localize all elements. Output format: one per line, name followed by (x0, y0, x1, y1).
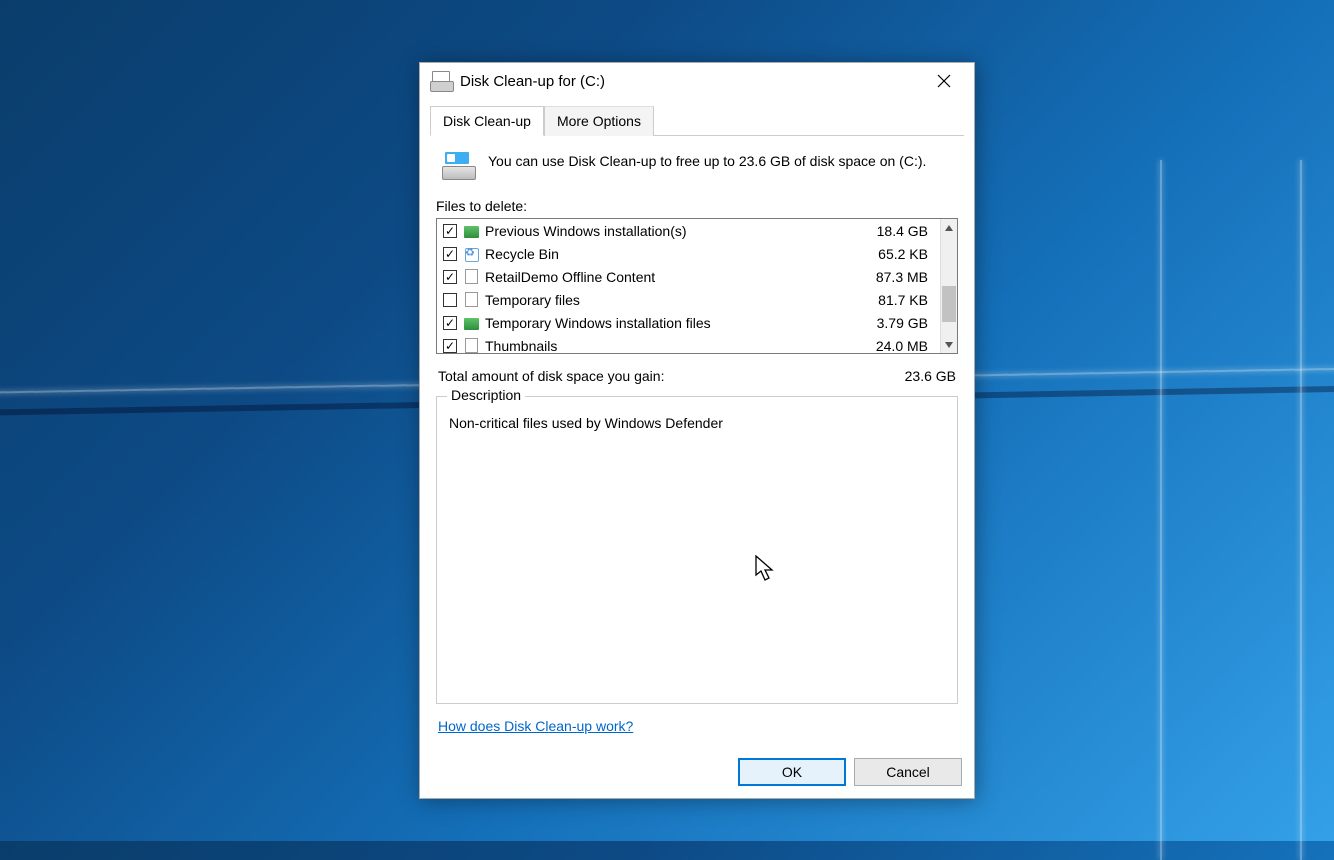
cleanup-icon (442, 152, 476, 182)
list-item-name: Temporary files (485, 292, 848, 308)
help-link[interactable]: How does Disk Clean-up work? (438, 718, 956, 734)
checkbox[interactable] (443, 293, 457, 307)
recycle-icon (463, 246, 479, 262)
list-item-name: Temporary Windows installation files (485, 315, 848, 331)
tab-more-options[interactable]: More Options (544, 106, 654, 136)
total-value: 23.6 GB (905, 368, 956, 384)
tab-disk-cleanup[interactable]: Disk Clean-up (430, 106, 544, 136)
list-item-size: 65.2 KB (854, 246, 934, 262)
file-icon (463, 338, 479, 354)
list-item[interactable]: Recycle Bin 65.2 KB (437, 242, 940, 265)
checkbox[interactable] (443, 247, 457, 261)
list-item-size: 18.4 GB (854, 223, 934, 239)
description-group: Description Non-critical files used by W… (436, 396, 958, 704)
list-item-size: 3.79 GB (854, 315, 934, 331)
disk-cleanup-dialog: Disk Clean-up for (C:) Disk Clean-up Mor… (419, 62, 975, 799)
folder-icon (463, 315, 479, 331)
list-item-size: 81.7 KB (854, 292, 934, 308)
window-title: Disk Clean-up for (C:) (460, 73, 605, 90)
list-item-name: Recycle Bin (485, 246, 848, 262)
intro-text: You can use Disk Clean-up to free up to … (488, 152, 926, 171)
scroll-thumb[interactable] (942, 286, 956, 322)
description-legend: Description (447, 387, 525, 403)
checkbox[interactable] (443, 316, 457, 330)
checkbox[interactable] (443, 224, 457, 238)
list-item-size: 87.3 MB (854, 269, 934, 285)
close-icon (937, 74, 951, 88)
close-button[interactable] (924, 66, 964, 96)
titlebar[interactable]: Disk Clean-up for (C:) (420, 63, 974, 99)
list-item[interactable]: Thumbnails 24.0 MB (437, 334, 940, 353)
scrollbar[interactable] (940, 219, 957, 353)
list-item[interactable]: Temporary files 81.7 KB (437, 288, 940, 311)
list-item-name: Thumbnails (485, 338, 848, 354)
list-item[interactable]: Temporary Windows installation files 3.79… (437, 311, 940, 334)
file-icon (463, 292, 479, 308)
tabs: Disk Clean-up More Options (430, 105, 964, 136)
list-item[interactable]: Previous Windows installation(s) 18.4 GB (437, 219, 940, 242)
scroll-track[interactable] (941, 236, 957, 336)
list-item-name: Previous Windows installation(s) (485, 223, 848, 239)
list-item[interactable]: RetailDemo Offline Content 87.3 MB (437, 265, 940, 288)
drive-icon (430, 71, 452, 91)
folder-icon (463, 223, 479, 239)
checkbox[interactable] (443, 270, 457, 284)
total-label: Total amount of disk space you gain: (438, 368, 905, 384)
cancel-button[interactable]: Cancel (854, 758, 962, 786)
intro: You can use Disk Clean-up to free up to … (432, 136, 962, 192)
file-icon (463, 269, 479, 285)
ok-button[interactable]: OK (738, 758, 846, 786)
files-to-delete-label: Files to delete: (436, 198, 958, 214)
files-listbox[interactable]: Previous Windows installation(s) 18.4 GB R… (436, 218, 958, 354)
list-item-name: RetailDemo Offline Content (485, 269, 848, 285)
scroll-up-button[interactable] (941, 219, 957, 236)
checkbox[interactable] (443, 339, 457, 353)
scroll-down-button[interactable] (941, 336, 957, 353)
list-item-size: 24.0 MB (854, 338, 934, 354)
description-text: Non-critical files used by Windows Defen… (449, 415, 945, 431)
